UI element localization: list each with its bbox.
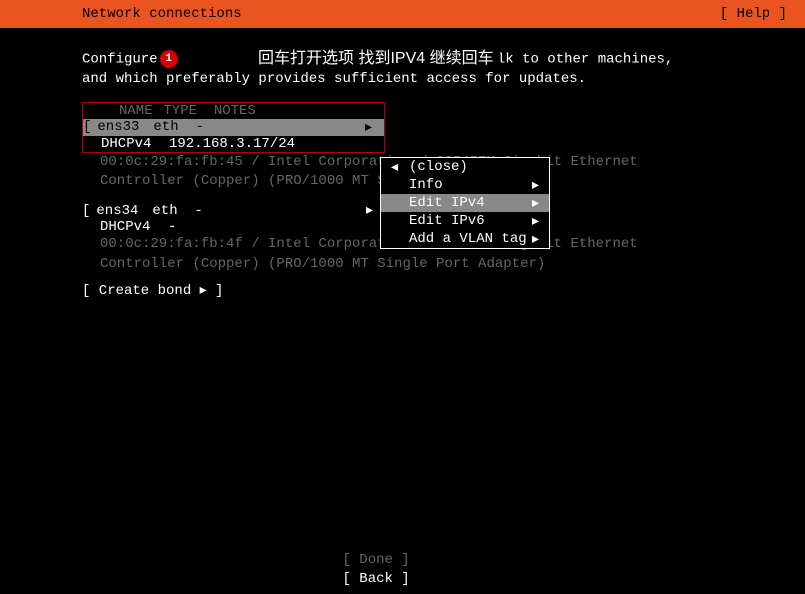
chevron-right-icon: ▸ <box>532 177 539 194</box>
menu-item-edit-ipv4[interactable]: Edit IPv4 ▸ <box>381 194 549 212</box>
dhcp-row-ens33: DHCPv4 192.168.3.17/24 <box>83 136 384 152</box>
menu-item-add-vlan[interactable]: Add a VLAN tag ▸ <box>381 230 549 248</box>
menu-item-close[interactable]: ◂ (close) <box>381 158 549 176</box>
highlighted-interface-box: NAME TYPE NOTES [ ens33 eth - ▸ DHCPv4 1… <box>82 102 385 153</box>
intro-line1a: Configure <box>82 52 158 68</box>
chevron-right-icon: ▸ <box>532 231 539 248</box>
dhcp-label: DHCPv4 <box>101 136 169 152</box>
iface-type: eth <box>153 119 195 135</box>
chevron-right-icon: ▸ <box>365 119 380 136</box>
chevron-right-icon: ▸ <box>532 213 539 230</box>
titlebar: Network connections [ Help ] <box>0 0 805 28</box>
intro-line2: and which preferably provides sufficient… <box>82 70 723 90</box>
col-header-notes: NOTES <box>214 103 256 119</box>
iface-type: eth <box>152 203 194 219</box>
back-button[interactable]: [ Back ] <box>343 570 463 590</box>
dhcp-ip: - <box>168 219 176 235</box>
menu-label: (close) <box>409 159 468 175</box>
menu-label: Info <box>409 177 443 193</box>
titlebar-title: Network connections <box>82 6 242 22</box>
col-header-type: TYPE <box>163 103 205 119</box>
iface-name: ens34 <box>90 203 152 219</box>
chevron-right-icon: ▸ <box>366 202 381 219</box>
bottom-buttons: [ Done ] [ Back ] <box>0 551 805 594</box>
iface-notes: - <box>195 119 203 135</box>
chevron-left-icon: ◂ <box>391 159 398 176</box>
iface-notes: - <box>194 203 202 219</box>
menu-item-edit-ipv6[interactable]: Edit IPv6 ▸ <box>381 212 549 230</box>
menu-item-info[interactable]: Info ▸ <box>381 176 549 194</box>
bracket-left: [ <box>82 203 90 219</box>
context-menu: ◂ (close) Info ▸ Edit IPv4 ▸ Edit IPv6 ▸… <box>380 157 550 249</box>
annotation-text: 回车打开选项 找到IPV4 继续回车 <box>252 46 500 72</box>
create-bond-button[interactable]: [ Create bond ▸ ] <box>82 282 723 299</box>
menu-label: Add a VLAN tag <box>409 231 527 247</box>
annotation-badge: 1 <box>160 50 178 68</box>
menu-label: Edit IPv4 <box>409 195 485 211</box>
done-button[interactable]: [ Done ] <box>343 551 463 571</box>
bracket-left: [ <box>83 119 91 135</box>
iface-name: ens33 <box>91 119 153 135</box>
menu-label: Edit IPv6 <box>409 213 485 229</box>
intro-text: Configure1 回车打开选项 找到IPV4 继续回车 at least o… <box>82 50 723 90</box>
col-header-name: NAME <box>101 103 155 119</box>
dhcp-label: DHCPv4 <box>100 219 168 235</box>
chevron-right-icon: ▸ <box>532 195 539 212</box>
interface-row-ens34[interactable]: [ ens34 eth - ▸ ] <box>82 202 385 219</box>
table-header-row: NAME TYPE NOTES <box>83 103 384 119</box>
interface-row-ens33[interactable]: [ ens33 eth - ▸ <box>83 119 384 136</box>
dhcp-ip: 192.168.3.17/24 <box>169 136 295 152</box>
help-button[interactable]: [ Help ] <box>720 6 787 22</box>
